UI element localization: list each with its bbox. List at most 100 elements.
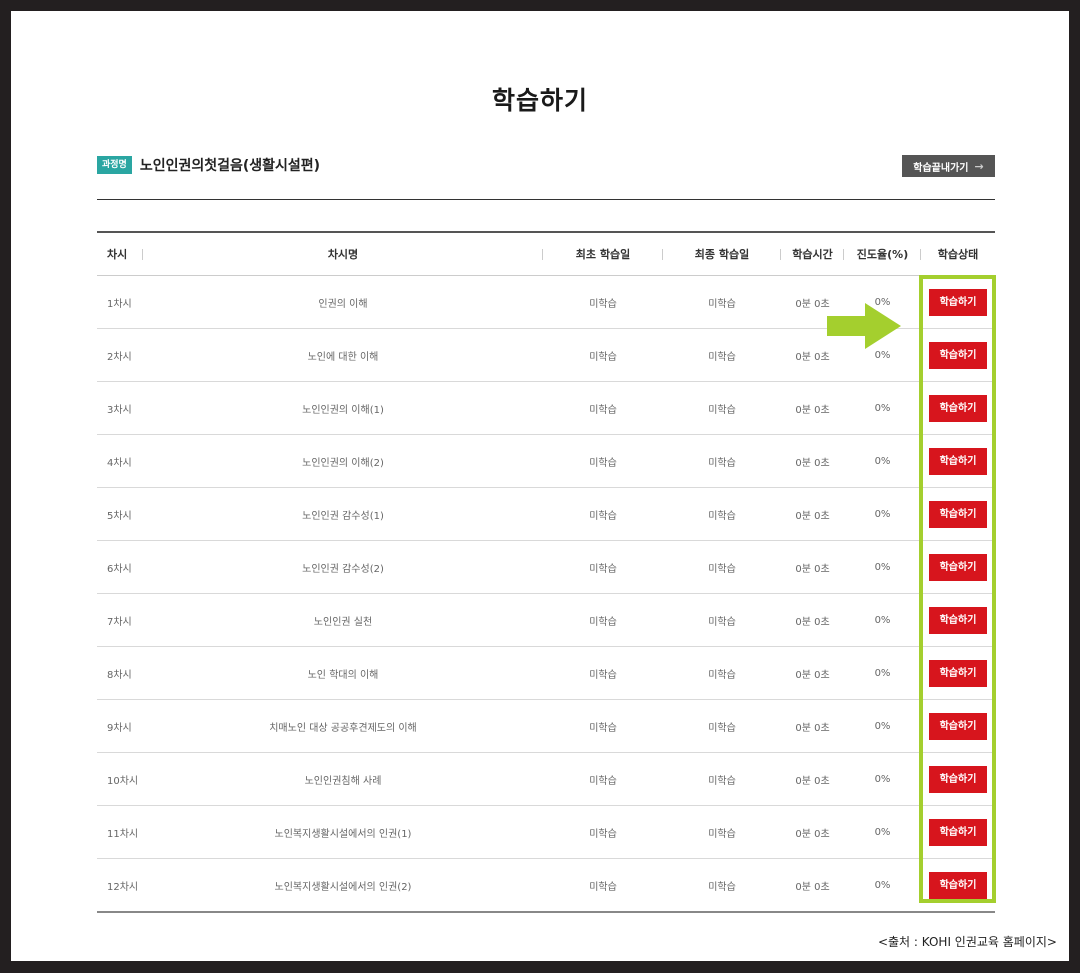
last-date-cell: 미학습 <box>663 593 781 647</box>
status-cell: 학습하기 <box>921 805 995 859</box>
session-name-cell: 노인복지생활시설에서의 인권(2) <box>274 881 412 893</box>
last-date-cell: 미학습 <box>663 487 781 541</box>
header-time: 학습시간 <box>781 232 844 276</box>
study-button[interactable]: 학습하기 <box>929 765 987 793</box>
first-date-cell: 미학습 <box>543 699 663 753</box>
study-button[interactable]: 학습하기 <box>929 818 987 846</box>
progress-cell: 0% <box>844 434 921 488</box>
table-row: 7차시 노인인권 실천 미학습 미학습 0분 0초 0% 학습하기 <box>97 593 995 647</box>
time-cell: 0분 0초 <box>781 646 844 700</box>
session-name-cell: 치매노인 대상 공공후견제도의 이해 <box>143 699 543 753</box>
session-name-cell: 노인인권의 이해(1) <box>143 381 543 435</box>
study-button[interactable]: 학습하기 <box>929 500 987 528</box>
study-button[interactable]: 학습하기 <box>929 871 987 899</box>
time-cell: 0분 0초 <box>781 805 844 859</box>
first-date-cell: 미학습 <box>543 381 663 435</box>
time-cell: 0분 0초 <box>781 434 844 488</box>
status-cell: 학습하기 <box>921 646 995 700</box>
session-cell: 7차시 <box>97 593 143 647</box>
header-name: 차시명 <box>143 232 543 276</box>
study-button[interactable]: 학습하기 <box>929 712 987 740</box>
status-cell: 학습하기 <box>921 752 995 806</box>
source-caption: <출처 : KOHI 인권교육 홈페이지> <box>877 935 1057 949</box>
progress-cell: 0% <box>844 487 921 541</box>
status-cell: 학습하기 <box>921 328 995 382</box>
table-row: 9차시 치매노인 대상 공공후견제도의 이해 미학습 미학습 0분 0초 0% … <box>97 699 995 753</box>
time-cell: 0분 0초 <box>781 540 844 594</box>
progress-cell: 0% <box>844 805 921 859</box>
last-date-cell: 미학습 <box>663 381 781 435</box>
study-button[interactable]: 학습하기 <box>929 288 987 316</box>
session-cell: 2차시 <box>97 328 143 382</box>
header-session: 차시 <box>97 232 143 276</box>
table-row: 3차시 노인인권의 이해(1) 미학습 미학습 0분 0초 0% 학습하기 <box>97 381 995 435</box>
session-cell: 6차시 <box>97 540 143 594</box>
study-button[interactable]: 학습하기 <box>929 341 987 369</box>
first-date-cell: 미학습 <box>543 593 663 647</box>
time-cell: 0분 0초 <box>781 699 844 753</box>
study-button[interactable]: 학습하기 <box>929 659 987 687</box>
last-date-cell: 미학습 <box>663 434 781 488</box>
progress-cell: 0% <box>844 699 921 753</box>
first-date-cell: 미학습 <box>543 487 663 541</box>
session-cell: 1차시 <box>97 275 143 329</box>
time-cell: 0분 0초 <box>781 381 844 435</box>
status-cell: 학습하기 <box>921 540 995 594</box>
session-name-cell: 노인복지생활시설에서의 인권(1) <box>143 805 543 859</box>
header-status: 학습상태 <box>921 232 995 276</box>
time-cell: 0분 0초 <box>781 752 844 806</box>
progress-cell: 0% <box>874 879 891 891</box>
header-first-date: 최초 학습일 <box>543 232 663 276</box>
exit-study-button[interactable]: 학습끝내가기 → <box>902 155 995 177</box>
session-name-cell: 노인 학대의 이해 <box>143 646 543 700</box>
study-button[interactable]: 학습하기 <box>929 394 987 422</box>
session-name-cell: 노인인권침해 사례 <box>143 752 543 806</box>
last-date-cell: 미학습 <box>663 752 781 806</box>
header-progress: 진도율(%) <box>844 232 921 276</box>
progress-cell: 0% <box>844 540 921 594</box>
session-cell: 12차시 <box>107 881 139 893</box>
session-name-cell: 노인인권의 이해(2) <box>143 434 543 488</box>
arrow-right-icon <box>827 303 901 349</box>
table-header-row: 차시 차시명 최초 학습일 최종 학습일 학습시간 진도율(%) 학습상태 <box>97 232 995 276</box>
last-date-cell: 미학습 <box>663 646 781 700</box>
last-date-cell: 미학습 <box>663 805 781 859</box>
last-date-cell: 미학습 <box>663 540 781 594</box>
session-name-cell: 노인에 대한 이해 <box>143 328 543 382</box>
study-button[interactable]: 학습하기 <box>929 606 987 634</box>
arrow-right-icon: → <box>974 159 984 173</box>
status-cell: 학습하기 <box>921 381 995 435</box>
study-button[interactable]: 학습하기 <box>929 447 987 475</box>
session-name-cell: 노인인권 감수성(2) <box>143 540 543 594</box>
time-cell: 0분 0초 <box>781 593 844 647</box>
status-cell: 학습하기 <box>921 859 995 913</box>
first-date-cell: 미학습 <box>543 805 663 859</box>
progress-cell: 0% <box>844 752 921 806</box>
table-row: 4차시 노인인권의 이해(2) 미학습 미학습 0분 0초 0% 학습하기 <box>97 434 995 488</box>
course-info: 과정명 노인인권의첫걸음(생활시설편) <box>97 154 320 176</box>
progress-cell: 0% <box>844 593 921 647</box>
last-date-cell: 미학습 <box>663 699 781 753</box>
course-badge: 과정명 <box>97 156 132 174</box>
divider <box>97 199 995 200</box>
session-cell: 10차시 <box>97 752 143 806</box>
first-date-cell: 미학습 <box>543 434 663 488</box>
study-button[interactable]: 학습하기 <box>929 553 987 581</box>
session-name-cell: 노인인권 실천 <box>143 593 543 647</box>
status-cell: 학습하기 <box>921 275 995 329</box>
session-cell: 4차시 <box>97 434 143 488</box>
table-row: 8차시 노인 학대의 이해 미학습 미학습 0분 0초 0% 학습하기 <box>97 646 995 700</box>
table-row: 5차시 노인인권 감수성(1) 미학습 미학습 0분 0초 0% 학습하기 <box>97 487 995 541</box>
status-cell: 학습하기 <box>921 593 995 647</box>
first-date-cell: 미학습 <box>543 540 663 594</box>
page-title: 학습하기 <box>491 86 588 115</box>
status-cell: 학습하기 <box>921 487 995 541</box>
last-date-cell: 미학습 <box>663 275 781 329</box>
time-cell: 0분 0초 <box>795 881 830 893</box>
first-date-cell: 미학습 <box>589 881 617 893</box>
table-row: 11차시 노인복지생활시설에서의 인권(1) 미학습 미학습 0분 0초 0% … <box>97 805 995 859</box>
session-cell: 5차시 <box>97 487 143 541</box>
session-cell: 3차시 <box>97 381 143 435</box>
session-cell: 9차시 <box>97 699 143 753</box>
session-name-cell: 노인인권 감수성(1) <box>143 487 543 541</box>
